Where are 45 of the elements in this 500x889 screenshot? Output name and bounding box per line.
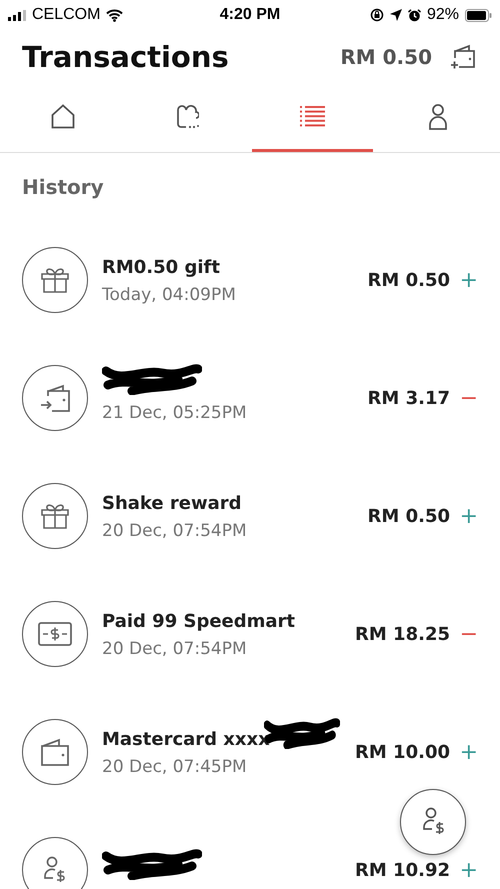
transaction-amount: RM 0.50 bbox=[368, 270, 450, 290]
transaction-amount: RM 10.00 bbox=[355, 742, 450, 762]
transfer-money-button[interactable] bbox=[400, 789, 466, 855]
chat-icon bbox=[176, 104, 198, 128]
transaction-date: 20 Dec, 07:45PM bbox=[102, 757, 248, 777]
amount-sign: + bbox=[458, 740, 478, 764]
wallet-circle-icon bbox=[22, 719, 88, 785]
transaction-amount: RM 18.25 bbox=[355, 624, 450, 644]
list-icon bbox=[300, 106, 325, 127]
section-heading: History bbox=[22, 175, 104, 199]
transaction-date: 21 Dec, 05:25PM bbox=[102, 403, 248, 423]
amount-sign: + bbox=[458, 504, 478, 528]
amount-sign: − bbox=[458, 386, 478, 410]
transaction-amount: RM 10.92 bbox=[355, 860, 450, 880]
amount-sign: + bbox=[458, 268, 478, 292]
person-dollar-circle-icon bbox=[22, 837, 88, 889]
transaction-date: 20 Dec, 07:54PM bbox=[102, 639, 248, 659]
transfer-circle-icon bbox=[22, 365, 88, 431]
gift-circle-icon bbox=[22, 483, 88, 549]
transaction-title: RM0.50 gift bbox=[102, 256, 220, 278]
transaction-title: Shake reward bbox=[102, 492, 242, 514]
transaction-amount: RM 3.17 bbox=[368, 388, 450, 408]
transaction-date: 20 Dec, 07:54PM bbox=[102, 521, 248, 541]
wifi-icon bbox=[106, 8, 124, 22]
person-dollar-icon bbox=[421, 807, 445, 837]
wallet-add-icon[interactable] bbox=[450, 44, 476, 70]
wallet-balance: RM 0.50 bbox=[340, 45, 432, 69]
carrier-name: CELCOM bbox=[32, 6, 100, 24]
transaction-title: Paid 99 Speedmart bbox=[102, 610, 296, 632]
clock-time: 4:20 PM bbox=[220, 6, 280, 24]
battery-percent: 92% bbox=[426, 6, 459, 24]
signal-icon bbox=[8, 10, 26, 20]
battery-icon bbox=[465, 8, 492, 22]
person-icon bbox=[428, 104, 446, 130]
location-icon bbox=[390, 9, 402, 21]
gift-circle-icon bbox=[22, 247, 88, 313]
home-icon bbox=[50, 104, 74, 129]
alarm-icon bbox=[408, 8, 421, 22]
page-title: Transactions bbox=[22, 40, 229, 74]
amount-sign: − bbox=[458, 622, 478, 646]
amount-sign: + bbox=[458, 858, 478, 882]
transaction-amount: RM 0.50 bbox=[368, 506, 450, 526]
rotation-lock-icon bbox=[370, 8, 384, 22]
cash-circle-icon bbox=[22, 601, 88, 667]
transaction-date: Today, 04:09PM bbox=[102, 285, 237, 305]
